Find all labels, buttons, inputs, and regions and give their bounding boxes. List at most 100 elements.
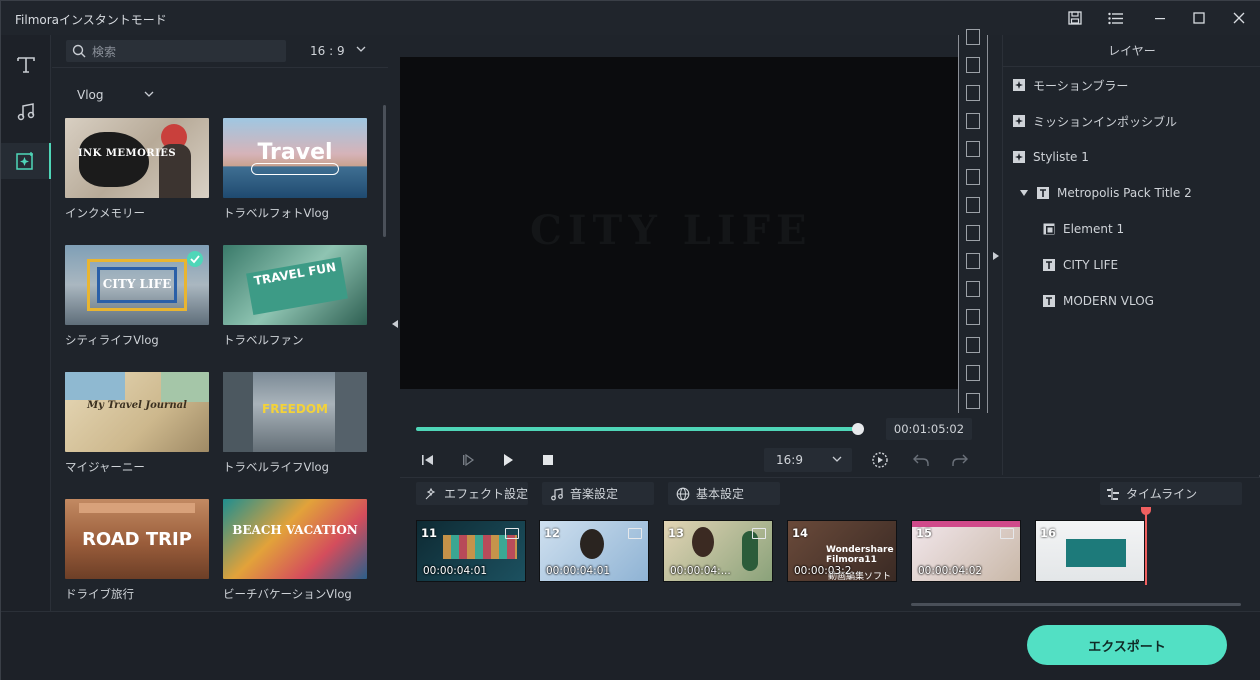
aspect-select[interactable]: 16:9 [764, 448, 852, 472]
timeline-scrollbar[interactable] [911, 603, 1241, 606]
clip-number: 12 [544, 526, 561, 540]
layer-item[interactable]: Element 1 [1043, 220, 1124, 238]
template-label: トラベルライフVlog [223, 460, 329, 474]
frame-cell[interactable] [966, 85, 980, 101]
collapse-left-icon[interactable] [391, 319, 399, 329]
frame-cell[interactable] [966, 29, 980, 45]
template-thumb-travel-life[interactable]: FREEDOM [223, 372, 367, 452]
thumb-overlay-text: My Travel Journal [87, 400, 187, 411]
timeline-clip[interactable]: 12 00:00:04:01 [539, 520, 649, 582]
frame-cell[interactable] [966, 197, 980, 213]
template-scrollbar[interactable] [383, 105, 386, 237]
rail-templates-button[interactable] [1, 143, 51, 179]
search-box[interactable]: 検索 [66, 40, 286, 62]
playback-progress[interactable] [416, 423, 864, 435]
text-layer-icon [1037, 187, 1049, 199]
frame-cell[interactable] [966, 113, 980, 129]
template-thumb-city-life[interactable]: CITY LIFE [65, 245, 209, 325]
frame-cell[interactable] [966, 57, 980, 73]
layer-item[interactable]: モーションブラー [1013, 76, 1128, 94]
template-panel: 検索 16 : 9 Vlog INK MEMORIES インクメモリー Trav… [52, 35, 388, 611]
preview-ghost-title: CITY LIFE [530, 207, 813, 254]
rail-music-button[interactable] [1, 94, 51, 130]
template-thumb-beach-vacation[interactable]: BEACH VACATION [223, 499, 367, 579]
frame-cell[interactable] [966, 281, 980, 297]
play-button[interactable] [498, 450, 518, 470]
stop-button[interactable] [538, 450, 558, 470]
footer: エクスポート [1, 611, 1260, 680]
template-thumb-road-trip[interactable]: ROAD TRIP [65, 499, 209, 579]
template-label: トラベルファン [223, 333, 304, 347]
undo-icon [913, 454, 929, 466]
layers-header: レイヤー [1003, 35, 1260, 67]
list-icon[interactable] [1104, 8, 1126, 28]
frame-cell[interactable] [966, 225, 980, 241]
layer-item[interactable]: CITY LIFE [1043, 256, 1118, 274]
redo-button[interactable] [950, 450, 970, 470]
globe-icon [676, 487, 690, 500]
preview-canvas[interactable]: CITY LIFE [400, 57, 958, 389]
thumb-overlay-text: ROAD TRIP [82, 529, 192, 550]
template-label: シティライフVlog [65, 333, 159, 347]
chevron-down-icon[interactable] [144, 89, 154, 99]
tab-basic-settings[interactable]: 基本設定 [668, 482, 780, 505]
timeline: 11 00:00:04:01 12 00:00:04:01 13 00:00:0… [400, 507, 1260, 611]
snapshot-button[interactable] [870, 450, 890, 470]
timeline-clip[interactable]: 11 00:00:04:01 [416, 520, 526, 582]
image-icon [1000, 528, 1014, 539]
aspect-select-value: 16:9 [776, 453, 803, 467]
template-thumb-travel-photo[interactable]: Travel [223, 118, 367, 198]
effect-layer-icon [1013, 151, 1025, 163]
frame-cell[interactable] [966, 365, 980, 381]
timeline-clip[interactable]: 16 [1035, 520, 1145, 582]
template-thumb-my-journey[interactable]: My Travel Journal [65, 372, 209, 452]
tab-timeline[interactable]: タイムライン [1100, 482, 1242, 505]
tab-music-settings[interactable]: 音楽設定 [542, 482, 654, 505]
close-icon[interactable] [1228, 8, 1250, 28]
maximize-icon[interactable] [1188, 8, 1210, 28]
layer-label: Metropolis Pack Title 2 [1057, 186, 1192, 200]
collapse-right-icon[interactable] [992, 251, 1000, 261]
layers-panel: レイヤー モーションブラーミッションインポッシブル Styliste 1 Metro… [1002, 35, 1260, 475]
tab-label: 基本設定 [696, 487, 745, 501]
layer-item[interactable]: ミッションインポッシブル [1013, 112, 1177, 130]
timeline-clip[interactable]: 13 00:00:04:... [663, 520, 773, 582]
ratio-dropdown[interactable]: 16 : 9 [310, 44, 345, 58]
search-input[interactable]: 検索 [92, 43, 116, 60]
tab-effect-settings[interactable]: エフェクト設定 [416, 482, 528, 505]
frame-cell[interactable] [966, 337, 980, 353]
frame-cell[interactable] [966, 393, 980, 409]
effect-layer-icon [1013, 79, 1025, 91]
frame-cell[interactable] [966, 253, 980, 269]
redo-icon [952, 454, 968, 466]
layer-item[interactable]: Styliste 1 [1013, 148, 1089, 166]
layer-label: Element 1 [1063, 222, 1125, 236]
layer-label: モーションブラー [1033, 78, 1129, 93]
progress-knob[interactable] [851, 423, 864, 435]
template-thumb-travel-fun[interactable]: TRAVEL FUN [223, 245, 367, 325]
frame-cell[interactable] [966, 169, 980, 185]
prev-frame-button[interactable] [418, 450, 438, 470]
frame-cell[interactable] [966, 309, 980, 325]
expand-triangle-icon[interactable] [1019, 188, 1029, 198]
timeline-clip[interactable]: 14 Wondershare Filmora11 動画編集ソフト 00:00:0… [787, 520, 897, 582]
playhead[interactable] [1145, 507, 1147, 585]
category-dropdown[interactable]: Vlog [77, 88, 104, 102]
layer-item[interactable]: Metropolis Pack Title 2 [1019, 184, 1192, 202]
save-icon[interactable] [1064, 8, 1086, 28]
rail-text-button[interactable] [1, 47, 51, 83]
preview-panel: CITY LIFE 00:01:05:02 16:9 [400, 29, 989, 475]
music-icon [17, 103, 35, 121]
next-frame-button[interactable] [458, 450, 478, 470]
clip-number: 11 [421, 526, 438, 540]
timeline-clip[interactable]: 15 00:00:04:02 [911, 520, 1021, 582]
layer-item[interactable]: MODERN VLOG [1043, 292, 1154, 310]
chevron-down-icon[interactable] [356, 44, 366, 54]
export-button[interactable]: エクスポート [1027, 625, 1227, 665]
layer-label: Styliste 1 [1033, 150, 1089, 164]
frame-cell[interactable] [966, 141, 980, 157]
template-thumb-ink-memories[interactable]: INK MEMORIES [65, 118, 209, 198]
minimize-icon[interactable] [1149, 8, 1171, 28]
undo-button[interactable] [911, 450, 931, 470]
tab-label: 音楽設定 [570, 487, 619, 501]
